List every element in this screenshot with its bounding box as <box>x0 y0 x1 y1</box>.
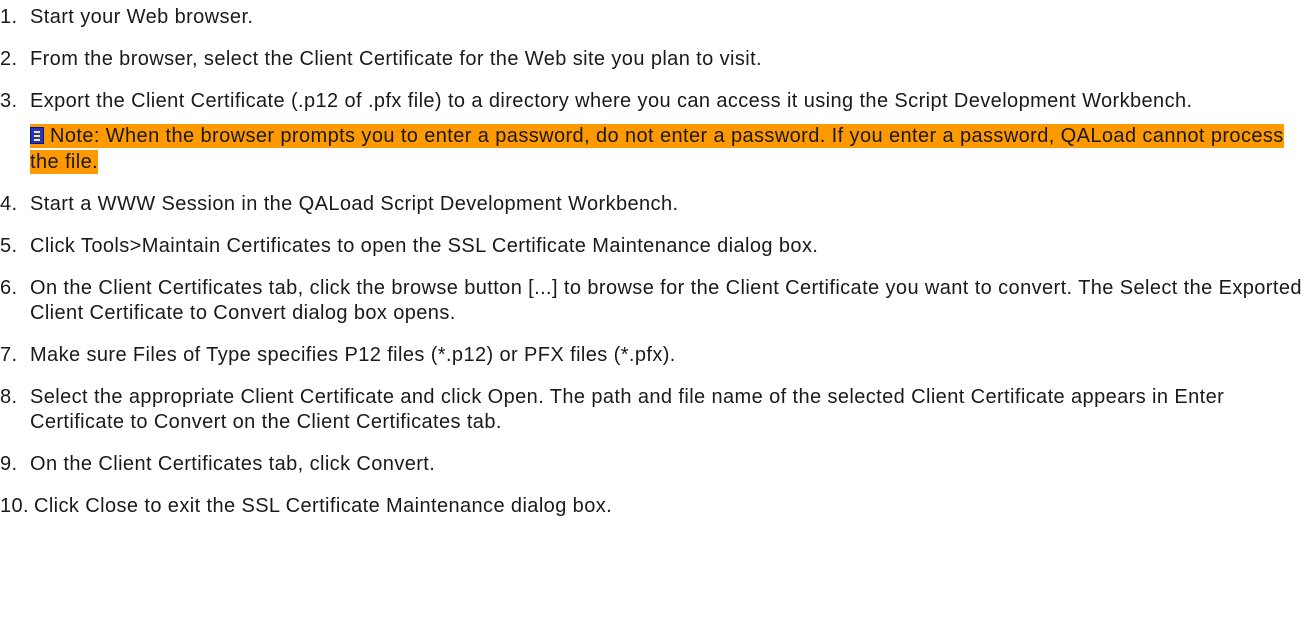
step-5: 5. Click Tools>Maintain Certificates to … <box>0 234 1306 259</box>
step-9: 9. On the Client Certificates tab, click… <box>0 452 1306 477</box>
note-text: Note: When the browser prompts you to en… <box>30 125 1284 173</box>
step-7: 7. Make sure Files of Type specifies P12… <box>0 343 1306 368</box>
step-number: 5. <box>0 235 18 257</box>
step-text: Start a WWW Session in the QALoad Script… <box>30 193 679 215</box>
step-2: 2. From the browser, select the Client C… <box>0 47 1306 72</box>
note-callout: Note: When the browser prompts you to en… <box>30 123 1306 175</box>
step-text: Click Tools>Maintain Certificates to ope… <box>30 235 819 257</box>
step-text: Export the Client Certificate (.p12 of .… <box>30 90 1193 112</box>
step-text: Select the appropriate Client Certificat… <box>30 386 1225 433</box>
step-10: 10. Click Close to exit the SSL Certific… <box>0 494 1306 519</box>
step-number: 1. <box>0 6 18 28</box>
step-4: 4. Start a WWW Session in the QALoad Scr… <box>0 192 1306 217</box>
step-number: 3. <box>0 90 18 112</box>
step-3: 3. Export the Client Certificate (.p12 o… <box>0 89 1306 175</box>
step-text: Start your Web browser. <box>30 6 254 28</box>
step-number: 7. <box>0 344 18 366</box>
note-highlight: Note: When the browser prompts you to en… <box>30 124 1284 174</box>
step-number: 2. <box>0 48 18 70</box>
step-1: 1. Start your Web browser. <box>0 5 1306 30</box>
step-text: From the browser, select the Client Cert… <box>30 48 763 70</box>
step-number: 8. <box>0 386 18 408</box>
step-number: 4. <box>0 193 18 215</box>
step-text: Make sure Files of Type specifies P12 fi… <box>30 344 676 366</box>
step-number: 9. <box>0 453 18 475</box>
note-icon <box>30 127 44 144</box>
step-number: 10. <box>0 495 30 517</box>
step-8: 8. Select the appropriate Client Certifi… <box>0 385 1306 435</box>
step-text: On the Client Certificates tab, click th… <box>30 277 1302 324</box>
procedure-steps: 1. Start your Web browser. 2. From the b… <box>0 0 1306 519</box>
step-6: 6. On the Client Certificates tab, click… <box>0 276 1306 326</box>
step-text: On the Client Certificates tab, click Co… <box>30 453 436 475</box>
step-number: 6. <box>0 277 18 299</box>
step-text: Click Close to exit the SSL Certificate … <box>34 495 613 517</box>
